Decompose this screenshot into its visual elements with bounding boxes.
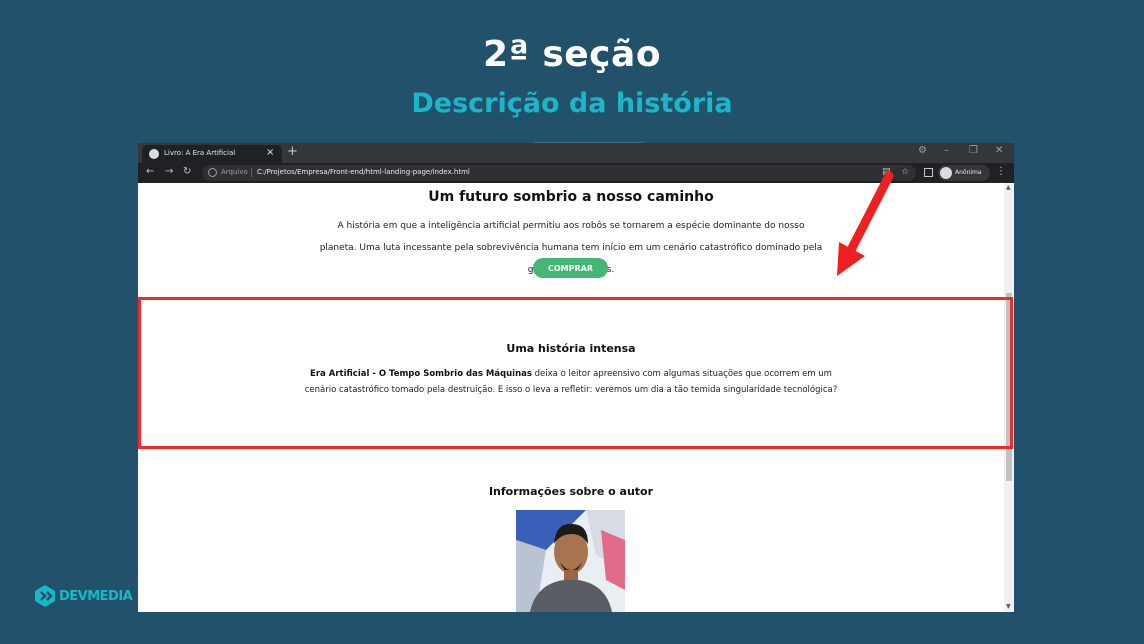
globe-icon — [149, 149, 159, 159]
logo-text: DEVMEDIA — [59, 589, 133, 604]
tab-title: Livro: A Era Artificial — [164, 149, 236, 157]
close-window-icon[interactable]: ✕ — [995, 145, 1003, 156]
back-icon[interactable]: ← — [146, 166, 154, 177]
address-url[interactable]: C:/Projetos/Empresa/Front-end/html-landi… — [257, 168, 470, 176]
scroll-down-icon[interactable]: ▼ — [1006, 603, 1011, 610]
address-bar[interactable]: Arquivo C:/Projetos/Empresa/Front-end/ht… — [202, 165, 916, 181]
extension-icon[interactable]: ⚙ — [918, 145, 927, 156]
incognito-avatar-icon — [940, 167, 952, 179]
browser-tab[interactable]: Livro: A Era Artificial × — [142, 145, 282, 163]
info-icon[interactable] — [208, 168, 217, 177]
new-tab-button[interactable]: + — [287, 144, 298, 159]
menu-dots-icon[interactable]: ⋮ — [996, 166, 1006, 177]
author-photo — [516, 510, 625, 612]
section3-title: Informações sobre o autor — [488, 485, 654, 498]
forward-icon[interactable]: → — [165, 166, 173, 177]
slide-subtitle: Descrição da história — [411, 88, 733, 119]
scroll-up-icon[interactable]: ▲ — [1006, 184, 1011, 191]
side-panel-icon[interactable] — [924, 168, 933, 177]
buy-button[interactable]: COMPRAR — [533, 258, 608, 278]
profile-button[interactable]: Anônima — [938, 165, 990, 181]
slide-title: 2ª seção — [482, 34, 662, 75]
address-separator — [251, 168, 252, 177]
minimize-icon[interactable]: – — [944, 145, 949, 156]
red-arrow-icon — [837, 172, 894, 276]
devmedia-logo-mark-icon — [35, 585, 55, 607]
close-tab-icon[interactable]: × — [266, 147, 274, 158]
profile-name: Anônima — [955, 169, 982, 176]
address-scheme-label: Arquivo — [221, 168, 248, 176]
maximize-icon[interactable]: ❐ — [969, 145, 978, 156]
highlight-box — [138, 297, 1013, 449]
tab-bar: Livro: A Era Artificial × + ⚙ – ❐ ✕ — [138, 143, 1014, 163]
reload-icon[interactable]: ↻ — [183, 166, 191, 177]
bookmark-star-icon[interactable]: ☆ — [901, 167, 909, 177]
